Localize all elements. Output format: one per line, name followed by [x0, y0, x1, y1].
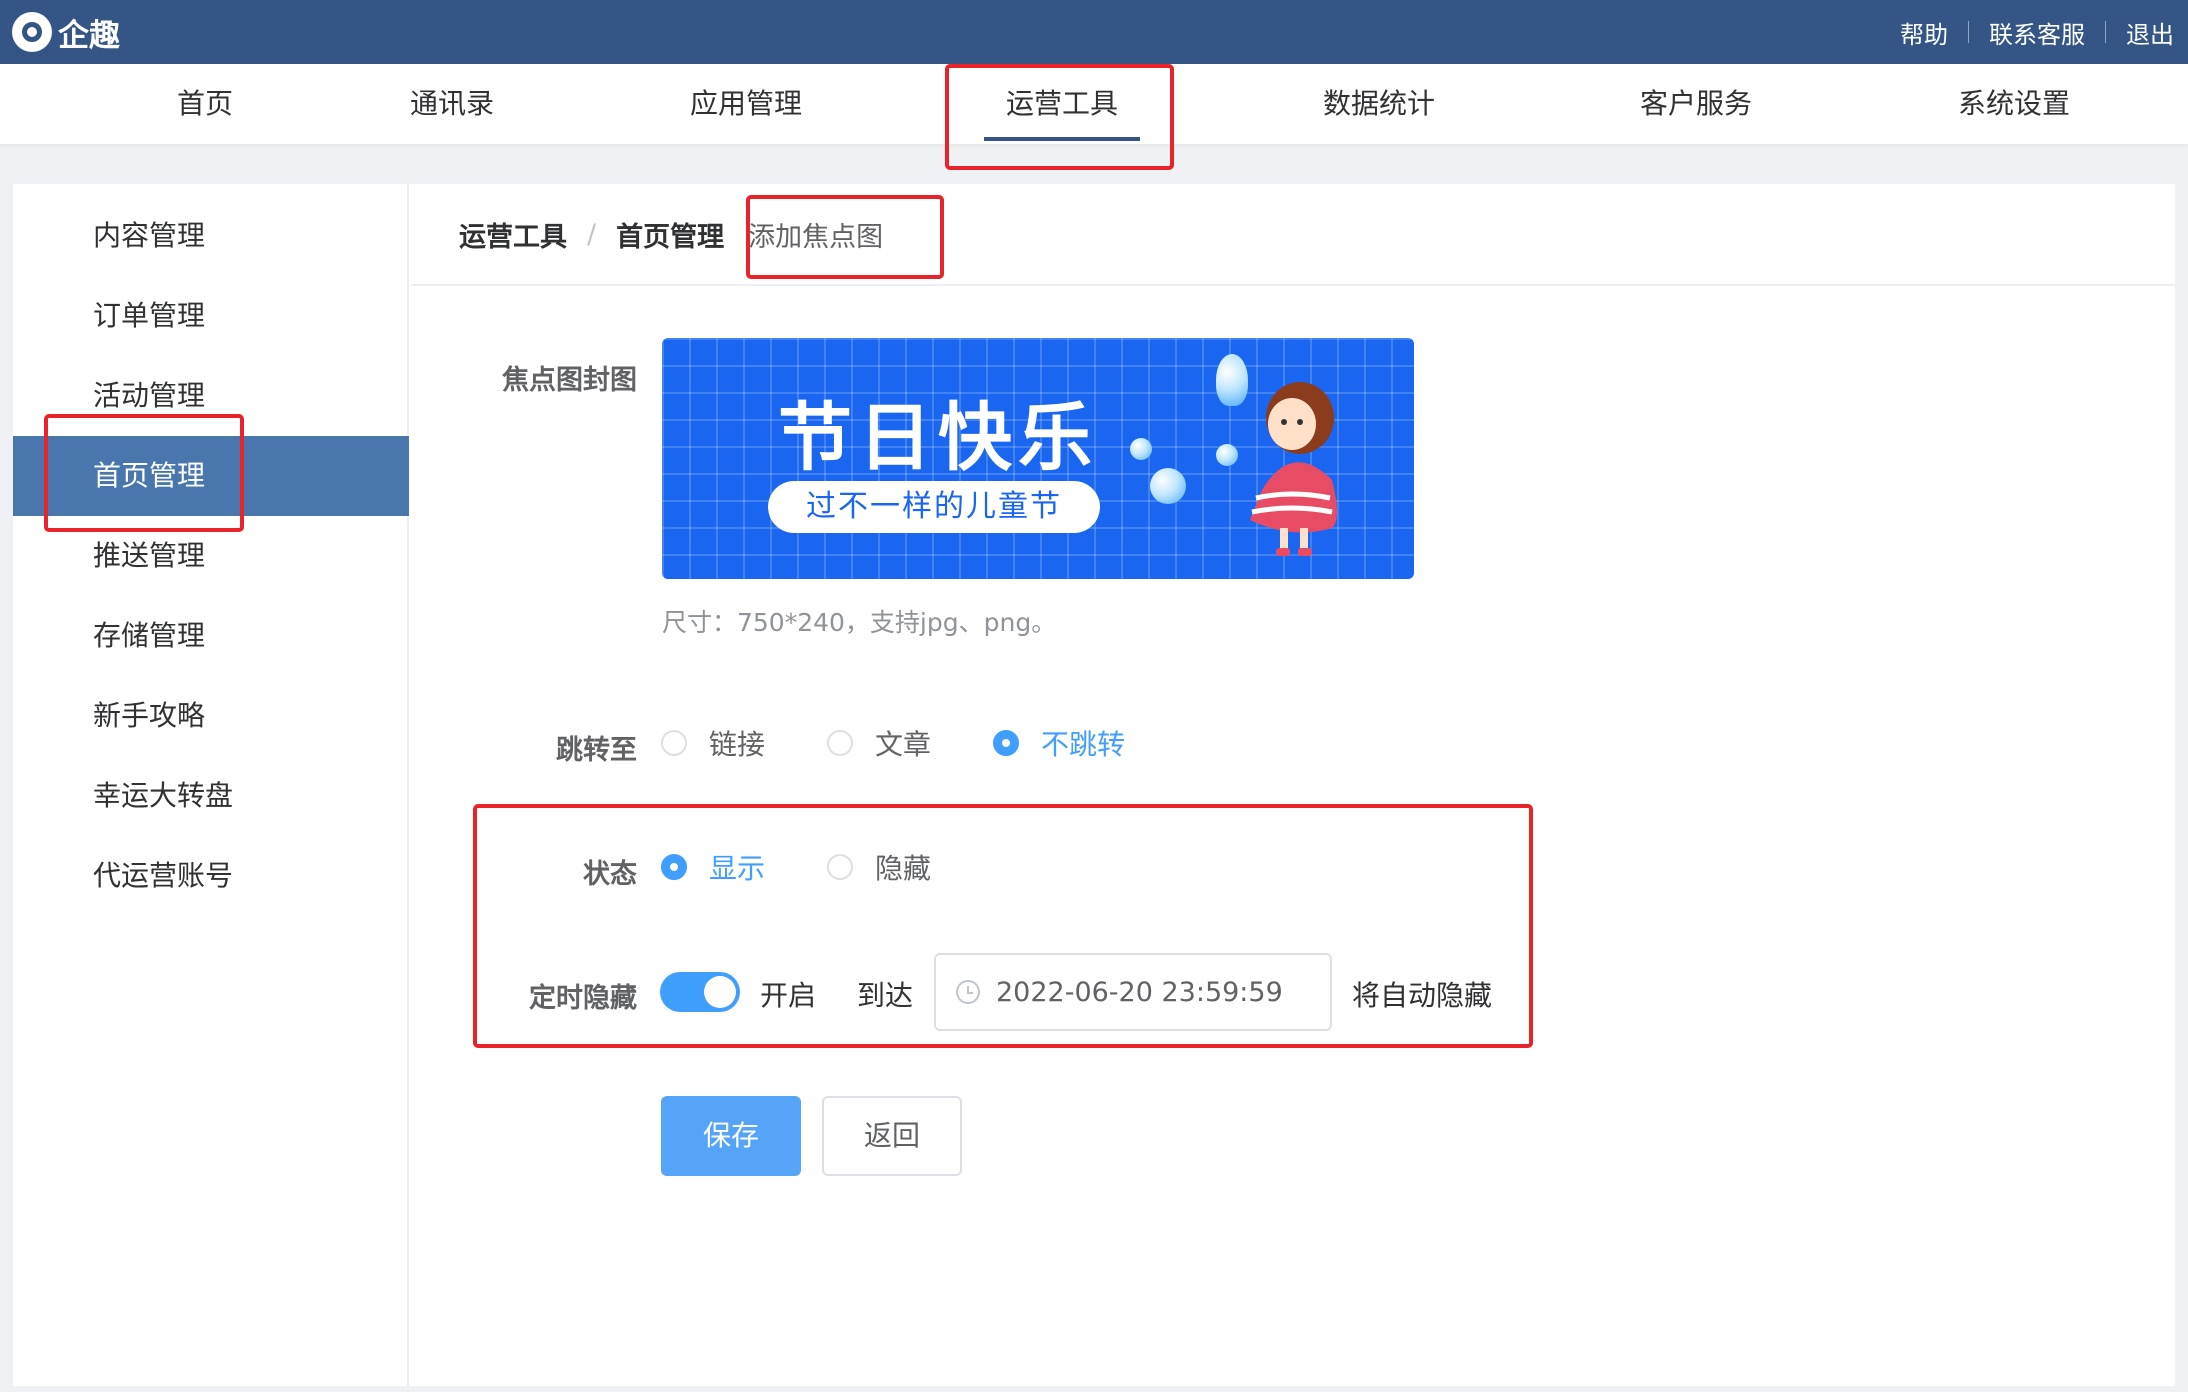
girl-illustration	[1250, 382, 1337, 556]
radio-icon	[661, 730, 687, 756]
nav-customer-service[interactable]: 客户服务	[1640, 64, 1752, 144]
nav-system-settings[interactable]: 系统设置	[1958, 64, 2070, 144]
save-button[interactable]: 保存	[661, 1096, 801, 1176]
breadcrumb: 运营工具 / 首页管理 添加焦点图	[411, 184, 2175, 286]
divider	[2105, 21, 2106, 43]
highlight-box-breadcrumb	[746, 195, 944, 279]
jump-option-link[interactable]: 链接	[661, 723, 765, 763]
sidebar-item-storage[interactable]: 存储管理	[13, 596, 409, 676]
highlight-box-form	[473, 804, 1533, 1048]
breadcrumb-separator: /	[587, 218, 597, 250]
cover-title: 节日快乐	[778, 395, 1098, 481]
logout-link[interactable]: 退出	[2126, 15, 2174, 50]
sidebar-item-lucky-wheel[interactable]: 幸运大转盘	[13, 756, 409, 836]
breadcrumb-level2[interactable]: 首页管理	[616, 215, 724, 254]
sidebar-item-agency-account[interactable]: 代运营账号	[13, 836, 409, 916]
jump-option-article[interactable]: 文章	[827, 723, 931, 763]
sidebar-item-orders[interactable]: 订单管理	[13, 276, 409, 356]
sidebar-item-beginner-guide[interactable]: 新手攻略	[13, 676, 409, 756]
sidebar-item-content[interactable]: 内容管理	[13, 196, 409, 276]
radio-checked-icon	[993, 730, 1020, 756]
radio-label: 链接	[709, 728, 766, 761]
nav-home[interactable]: 首页	[177, 64, 233, 144]
radio-icon	[827, 730, 854, 756]
nav-statistics[interactable]: 数据统计	[1323, 64, 1435, 144]
brand-name: 企趣	[58, 17, 120, 54]
brand-logo-icon	[12, 12, 52, 52]
divider	[1968, 21, 1969, 43]
bubble-decoration	[1130, 438, 1152, 460]
bubble-decoration	[1150, 468, 1186, 504]
top-bar: 企趣 帮助 联系客服 退出	[0, 0, 2188, 64]
nav-contacts[interactable]: 通讯录	[410, 64, 494, 144]
breadcrumb-level1[interactable]: 运营工具	[459, 215, 567, 254]
cover-subtitle: 过不一样的儿童节	[768, 481, 1100, 533]
contact-support-link[interactable]: 联系客服	[1989, 15, 2085, 50]
sidebar: 内容管理 订单管理 活动管理 首页管理 推送管理 存储管理 新手攻略 幸运大转盘…	[13, 184, 409, 1386]
cover-image[interactable]: 节日快乐 过不一样的儿童节	[662, 338, 1414, 579]
top-links: 帮助 联系客服 退出	[1900, 0, 2174, 64]
jump-radio-group: 链接 文章 不跳转	[661, 723, 1185, 763]
help-link[interactable]: 帮助	[1900, 15, 1948, 50]
radio-label: 不跳转	[1041, 728, 1126, 761]
jump-option-none[interactable]: 不跳转	[993, 723, 1125, 763]
highlight-box-sidebar	[44, 414, 244, 532]
jump-label: 跳转至	[556, 735, 637, 766]
nav-app-management[interactable]: 应用管理	[690, 64, 802, 144]
back-button[interactable]: 返回	[822, 1096, 962, 1176]
cover-label: 焦点图封图	[502, 365, 637, 396]
highlight-box-nav	[945, 64, 1174, 170]
cover-size-hint: 尺寸：750*240，支持jpg、png。	[662, 608, 1057, 637]
radio-label: 文章	[875, 728, 932, 761]
brand-logo[interactable]: 企趣	[12, 10, 120, 54]
